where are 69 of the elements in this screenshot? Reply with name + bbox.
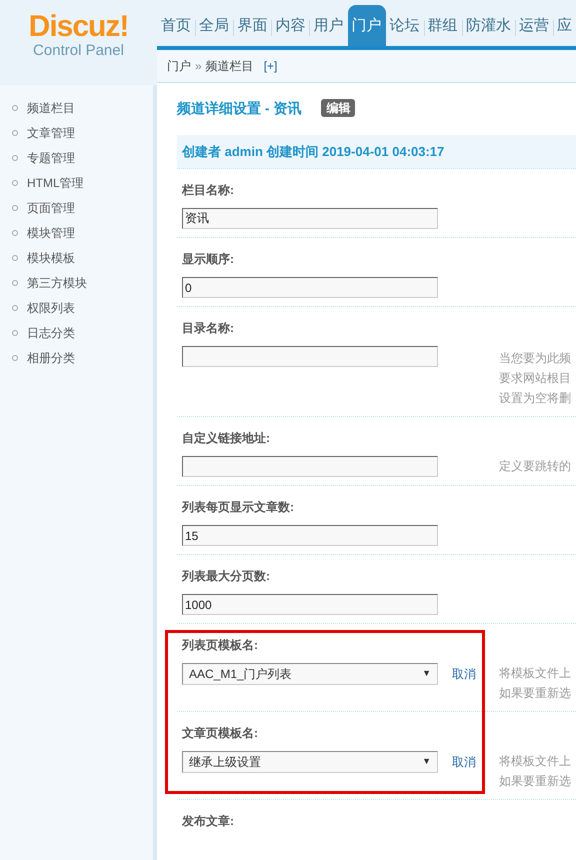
hint-text: 设置为空将删: [499, 390, 571, 407]
nav-tab[interactable]: 应: [553, 5, 576, 46]
field-label: 列表页模板名:: [180, 637, 259, 654]
input-field[interactable]: [182, 346, 438, 367]
bullet-icon: [12, 130, 18, 136]
sidebar-item[interactable]: 第三方模块: [27, 274, 87, 292]
field-label: 文章页模板名:: [181, 725, 259, 742]
nav-tab[interactable]: 界面: [233, 5, 272, 46]
field-label: 列表最大分页数:: [180, 568, 271, 585]
hint-text: 要求网站根目: [499, 370, 571, 387]
sidebar-item[interactable]: 日志分类: [27, 324, 75, 342]
sidebar-item[interactable]: 权限列表: [27, 298, 75, 316]
bullet-icon: [12, 254, 18, 260]
hint-text: 如果要重新选: [499, 685, 571, 702]
bullet-icon: [12, 280, 18, 286]
nav-tab[interactable]: 运营: [514, 5, 553, 46]
field-label: 发布文章:: [180, 813, 235, 830]
input-field[interactable]: [182, 456, 438, 477]
hint-text: 将模板文件上: [499, 753, 571, 770]
logo-subtitle: Control Panel: [33, 42, 124, 59]
bullet-icon: [12, 230, 18, 236]
bullet-icon: [12, 154, 18, 160]
bullet-icon: [12, 104, 18, 110]
nav-tab[interactable]: 论坛: [386, 5, 424, 46]
cancel-link[interactable]: 取消: [452, 751, 476, 773]
bullet-icon: [12, 354, 18, 360]
cancel-link[interactable]: 取消: [452, 663, 476, 685]
field-label: 列表每页显示文章数:: [180, 499, 295, 516]
hint-text: 将模板文件上: [499, 665, 571, 682]
sidebar-item[interactable]: 相册分类: [27, 348, 75, 366]
nav-tab[interactable]: 内容: [271, 5, 310, 46]
edit-button[interactable]: 编辑: [321, 99, 356, 117]
hint-text: 定义要跳转的: [499, 458, 571, 475]
breadcrumb-separator: »: [195, 58, 202, 75]
input-field[interactable]: 1000: [182, 594, 438, 615]
add-link[interactable]: [+]: [264, 57, 278, 75]
field-label: 目录名称:: [181, 320, 235, 337]
sidebar-item[interactable]: 页面管理: [27, 198, 75, 216]
hint-text: 当您要为此频: [499, 350, 571, 367]
field-label: 显示顺序:: [181, 251, 235, 268]
nav-tab[interactable]: 首页: [157, 5, 195, 46]
nav-tab[interactable]: 防灌水: [462, 5, 515, 46]
sidebar-item[interactable]: 专题管理: [27, 148, 75, 166]
bullet-icon: [12, 304, 18, 310]
select-dropdown[interactable]: AAC_M1_门户列表 ▼: [182, 663, 438, 685]
sidebar-item[interactable]: 频道栏目: [27, 98, 75, 116]
bullet-icon: [12, 204, 18, 210]
field-label: 自定义链接地址:: [181, 430, 271, 447]
input-field[interactable]: 15: [182, 525, 438, 546]
hint-text: 如果要重新选: [499, 773, 571, 790]
nav-tab[interactable]: 群组: [424, 5, 462, 46]
page-title: 频道详细设置 - 资讯: [177, 98, 302, 118]
nav-tab[interactable]: 门户: [348, 5, 386, 46]
field-label: 栏目名称:: [180, 182, 235, 199]
info-bar: 创建者 admin 创建时间 2019-04-01 04:03:17: [177, 135, 576, 169]
sidebar-item[interactable]: 模块管理: [27, 224, 75, 242]
bullet-icon: [12, 180, 18, 186]
nav-tab[interactable]: 全局: [195, 5, 234, 46]
sidebar-item[interactable]: HTML管理: [27, 174, 84, 192]
sidebar-item[interactable]: 模块模板: [27, 248, 75, 266]
select-dropdown[interactable]: 继承上级设置 ▼: [182, 751, 438, 773]
breadcrumb-item[interactable]: 频道栏目: [206, 57, 254, 75]
input-field[interactable]: 0: [182, 277, 438, 298]
nav-tab[interactable]: 用户: [310, 5, 348, 46]
breadcrumb-item[interactable]: 门户: [167, 57, 191, 75]
bullet-icon: [12, 330, 18, 336]
logo-title: Discuz!: [28, 12, 128, 42]
sidebar-item[interactable]: 文章管理: [27, 124, 75, 142]
input-field[interactable]: 资讯: [182, 208, 438, 229]
